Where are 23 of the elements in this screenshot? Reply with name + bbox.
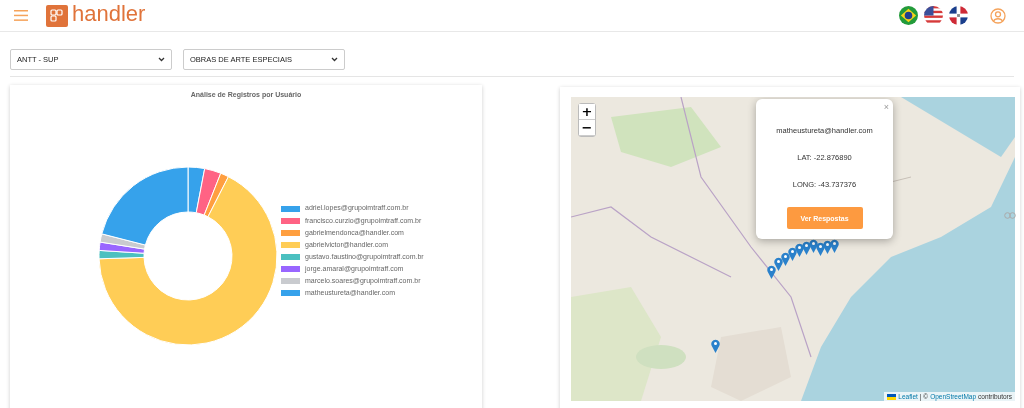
map-marker-icon[interactable] [767, 265, 776, 279]
map-marker-icon[interactable] [795, 243, 804, 257]
map-marker-icon[interactable] [809, 239, 818, 253]
zoom-in-button[interactable]: + [579, 104, 595, 120]
logo-icon [46, 4, 68, 27]
map-marker-icon[interactable] [788, 247, 797, 261]
map-marker-icon[interactable] [823, 240, 832, 254]
menu-icon[interactable] [14, 10, 28, 21]
map-marker-icon[interactable] [774, 257, 783, 271]
user-icon[interactable] [990, 7, 1006, 24]
ukraine-flag-icon [887, 393, 897, 400]
caret-icon [331, 57, 338, 62]
map-marker-icon[interactable] [830, 239, 839, 253]
map-marker-icon[interactable] [816, 242, 825, 256]
map-marker-icon[interactable] [781, 252, 790, 266]
caret-icon [158, 57, 165, 62]
link-icon [1004, 212, 1016, 219]
brand-name: handler [72, 1, 146, 27]
usa-flag-icon[interactable] [924, 6, 943, 25]
dominican-flag-icon[interactable] [949, 6, 968, 25]
map-marker-icon[interactable] [711, 339, 720, 353]
map-marker-icon[interactable] [802, 241, 811, 255]
brazil-flag-icon[interactable] [899, 6, 918, 25]
